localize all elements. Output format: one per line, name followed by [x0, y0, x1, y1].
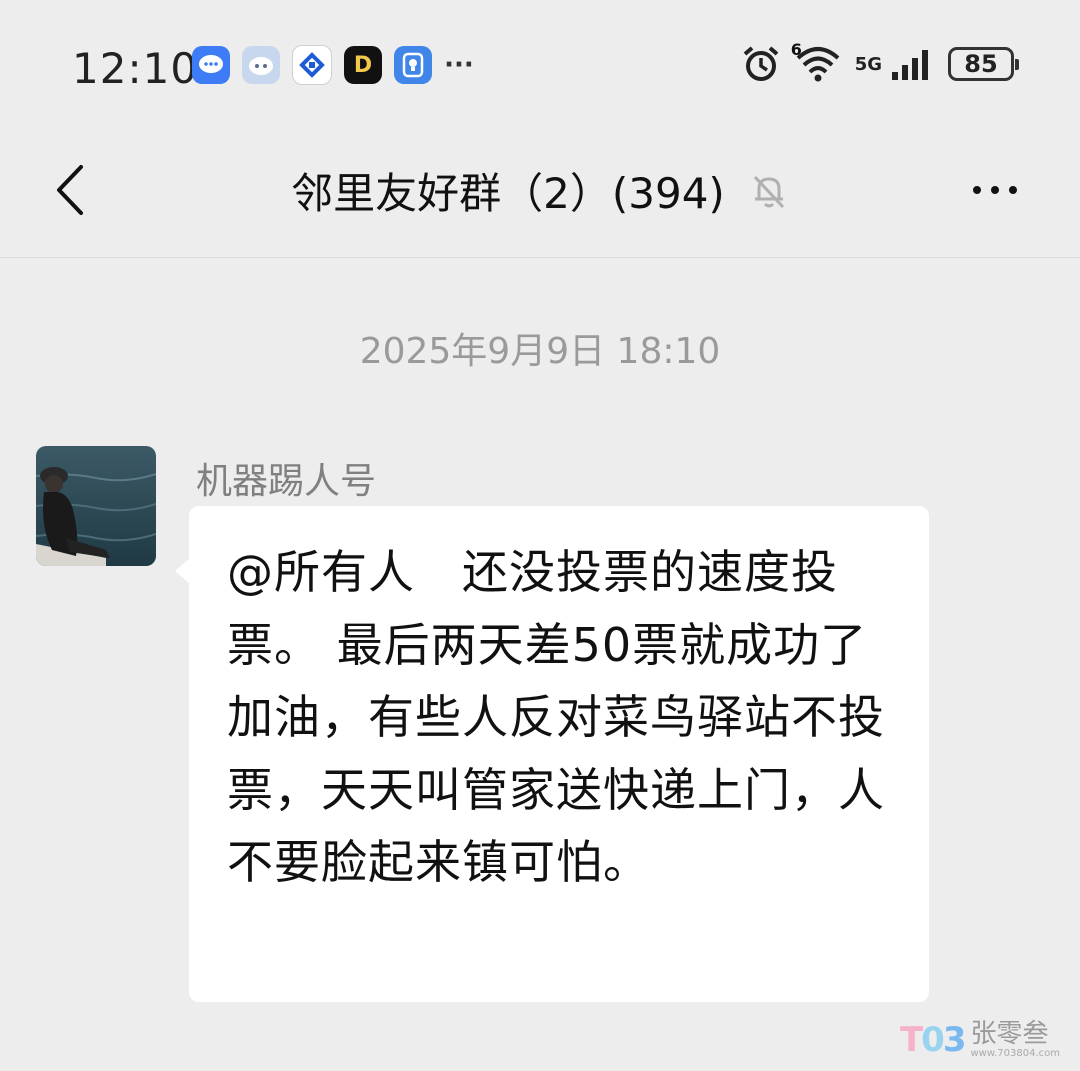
chat-header: 邻里友好群（2）(394) — [0, 130, 1080, 256]
wifi-badge: 6 — [790, 40, 802, 59]
bell-muted-icon — [753, 175, 784, 208]
d-app-icon: D — [344, 46, 382, 84]
wifi-icon: 6 — [791, 40, 841, 82]
status-time: 12:10 — [72, 44, 199, 93]
chat-bubble-icon — [192, 46, 230, 84]
bulb-app-icon — [394, 46, 432, 84]
title-wrap: 邻里友好群（2）(394) — [0, 160, 1080, 221]
watermark-url: www.703804.com — [970, 1048, 1060, 1059]
watermark: T03 张零叁 www.703804.com — [900, 1020, 1060, 1060]
watermark-logo: T03 — [899, 1020, 967, 1060]
header-divider — [0, 257, 1080, 258]
status-bar: 12:10 D ··· 6 5G 85 — [0, 0, 1080, 130]
bank-app-icon — [292, 45, 332, 85]
notification-icons: D ··· — [192, 45, 474, 85]
more-options-button[interactable] — [960, 170, 1030, 210]
message-timestamp: 2025年9月9日 18:10 — [359, 331, 721, 372]
battery-indicator: 85 — [948, 47, 1019, 81]
more-dots-icon — [973, 186, 981, 194]
system-icons: 6 5G 85 — [741, 40, 1019, 84]
sender-name: 机器踢人号 — [196, 461, 377, 502]
message-bubble[interactable]: @所有人 还没投票的速度投票。 最后两天差50票就成功了加油，有些人反对菜鸟驿站… — [189, 506, 929, 1002]
group-title: 邻里友好群（2）(394) — [291, 169, 725, 218]
network-type: 5G — [854, 53, 882, 75]
message-text: @所有人 还没投票的速度投票。 最后两天差50票就成功了加油，有些人反对菜鸟驿站… — [227, 545, 885, 889]
alarm-icon — [741, 44, 781, 84]
signal-strength-icon — [890, 46, 934, 82]
avatar[interactable] — [36, 446, 156, 566]
robot-icon — [242, 46, 280, 84]
watermark-name: 张零叁 — [970, 1019, 1049, 1049]
more-notifications-icon: ··· — [444, 50, 474, 80]
bubble-tail — [175, 558, 190, 584]
